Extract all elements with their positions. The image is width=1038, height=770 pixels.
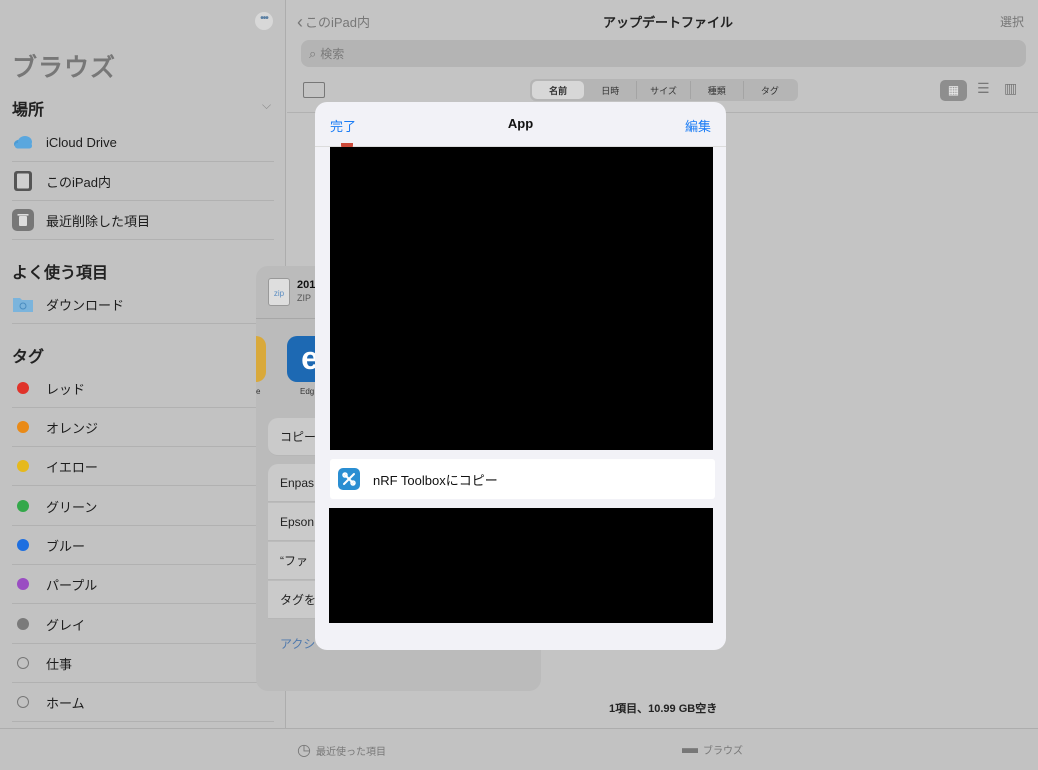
sort-date[interactable]: 日時 [584,81,638,99]
sidebar-tag-purple[interactable]: パープル [12,565,274,604]
redacted-region [330,147,713,450]
column-view-icon[interactable]: ▥ [1004,80,1017,97]
new-folder-icon[interactable] [303,82,325,98]
sidebar-item-label: イエロー [46,459,98,475]
copy-to-nrf-toolbox-row[interactable]: nRF Toolboxにコピー [330,459,715,499]
tag-green-dot-icon [12,495,34,517]
sidebar-item-label: 最近削除した項目 [46,213,151,229]
sidebar-item-label: 仕事 [46,656,73,672]
tag-orange-dot-icon [12,416,34,438]
share-file-name: 201 [297,279,316,291]
sidebar-tag-green[interactable]: グリーン [12,487,274,526]
tag-gray-dot-icon [12,613,34,635]
tab-browse[interactable]: ▬ ブラウズ [682,740,743,758]
tags-header[interactable]: タグ [12,343,44,367]
favorites-header[interactable]: よく使う項目 [12,259,108,283]
page-title: アップデートファイル [603,15,734,30]
sidebar-tag-gray[interactable]: グレイ [12,605,274,644]
sidebar-item-icloud[interactable]: iCloud Drive [12,123,274,162]
sidebar-item-label: ダウンロード [46,297,125,313]
clock-icon: ◷ [297,742,311,759]
ellipsis-icon[interactable]: ••• [255,12,273,30]
sort-name[interactable]: 名前 [532,81,585,99]
sidebar-tag-home[interactable]: ホーム [12,683,274,722]
sidebar-item-label: オレンジ [46,420,99,436]
locations-header[interactable]: 場所 [12,96,44,120]
nrf-toolbox-icon [338,468,360,490]
sidebar-item-label: グリーン [46,499,98,515]
sidebar-item-label: iCloud Drive [46,134,117,150]
sidebar-item-recently-deleted[interactable]: 最近削除した項目 [12,201,274,240]
ipad-icon [12,170,34,192]
app-list-modal: 完了 App 編集 nRF Toolboxにコピー [315,102,726,650]
sidebar-item-label: ホーム [46,695,85,711]
app-label: Edg [300,387,315,396]
sidebar-tag-yellow[interactable]: イエロー [12,447,274,486]
sidebar-item-label: ブルー [46,538,86,554]
zip-file-icon: zip [268,278,290,306]
chrome-icon[interactable] [256,336,266,382]
row-label: nRF Toolboxにコピー [373,472,498,488]
sidebar-tag-work[interactable]: 仕事 [12,644,274,683]
sort-tag[interactable]: タグ [744,81,796,99]
sidebar-tag-red[interactable]: レッド [12,369,274,408]
tab-label: ブラウズ [703,745,743,757]
sidebar-item-label: レッド [46,381,86,397]
storage-status: 1項目、10.99 GB空き [609,703,718,715]
sidebar-title: ブラウズ [12,54,117,82]
sidebar-item-label: このiPad内 [46,174,112,190]
tag-red-dot-icon [12,377,34,399]
share-edit-actions-link[interactable]: アクシ [280,635,315,652]
sort-size[interactable]: サイズ [637,81,691,99]
tab-label: 最近使った項目 [315,746,386,758]
tab-recents[interactable]: ◷ 最近使った項目 [297,740,386,760]
sort-segmented-control: 名前 日時 サイズ 種類 タグ [530,79,798,101]
trash-icon [12,209,34,231]
folder-download-icon [12,293,34,315]
chevron-left-icon: ‹ [297,11,303,32]
select-button[interactable]: 選択 [1000,13,1024,30]
sidebar-item-downloads[interactable]: ダウンロード [12,285,274,324]
list-view-icon[interactable]: ☰ [977,80,990,97]
folder-icon: ▬ [682,740,698,757]
icloud-icon [12,131,34,153]
search-icon: ⌕ [309,45,317,61]
redacted-region [329,508,713,623]
tab-bar: ◷ 最近使った項目 ▬ ブラウズ [0,728,1038,770]
sidebar-item-label: グレイ [46,617,86,633]
sidebar-item-label: パープル [46,577,98,593]
chevron-down-icon[interactable]: ⌵ [262,98,271,113]
search-placeholder: 検索 [320,47,345,61]
sidebar-tag-orange[interactable]: オレンジ [12,408,274,447]
edit-button[interactable]: 編集 [685,116,711,135]
back-label: このiPad内 [305,15,371,30]
sidebar-tag-blue[interactable]: ブルー [12,526,274,565]
tag-blue-dot-icon [12,534,34,556]
app-label: e [256,387,261,396]
sidebar: ••• ブラウズ 場所 ⌵ iCloud Drive このiPad内 最近削除し… [0,0,286,728]
tag-empty-circle-icon [12,691,34,713]
back-button[interactable]: ‹ このiPad内 [297,12,370,31]
share-file-type: ZIP [297,293,312,303]
sidebar-item-this-ipad[interactable]: このiPad内 [12,162,274,201]
search-input[interactable]: ⌕ 検索 [301,40,1026,67]
tag-empty-circle-icon [12,652,34,674]
sort-kind[interactable]: 種類 [691,81,744,99]
modal-title: App [507,116,534,131]
grid-view-icon[interactable]: ▦ [940,80,967,101]
tag-purple-dot-icon [12,573,34,595]
tag-yellow-dot-icon [12,455,34,477]
